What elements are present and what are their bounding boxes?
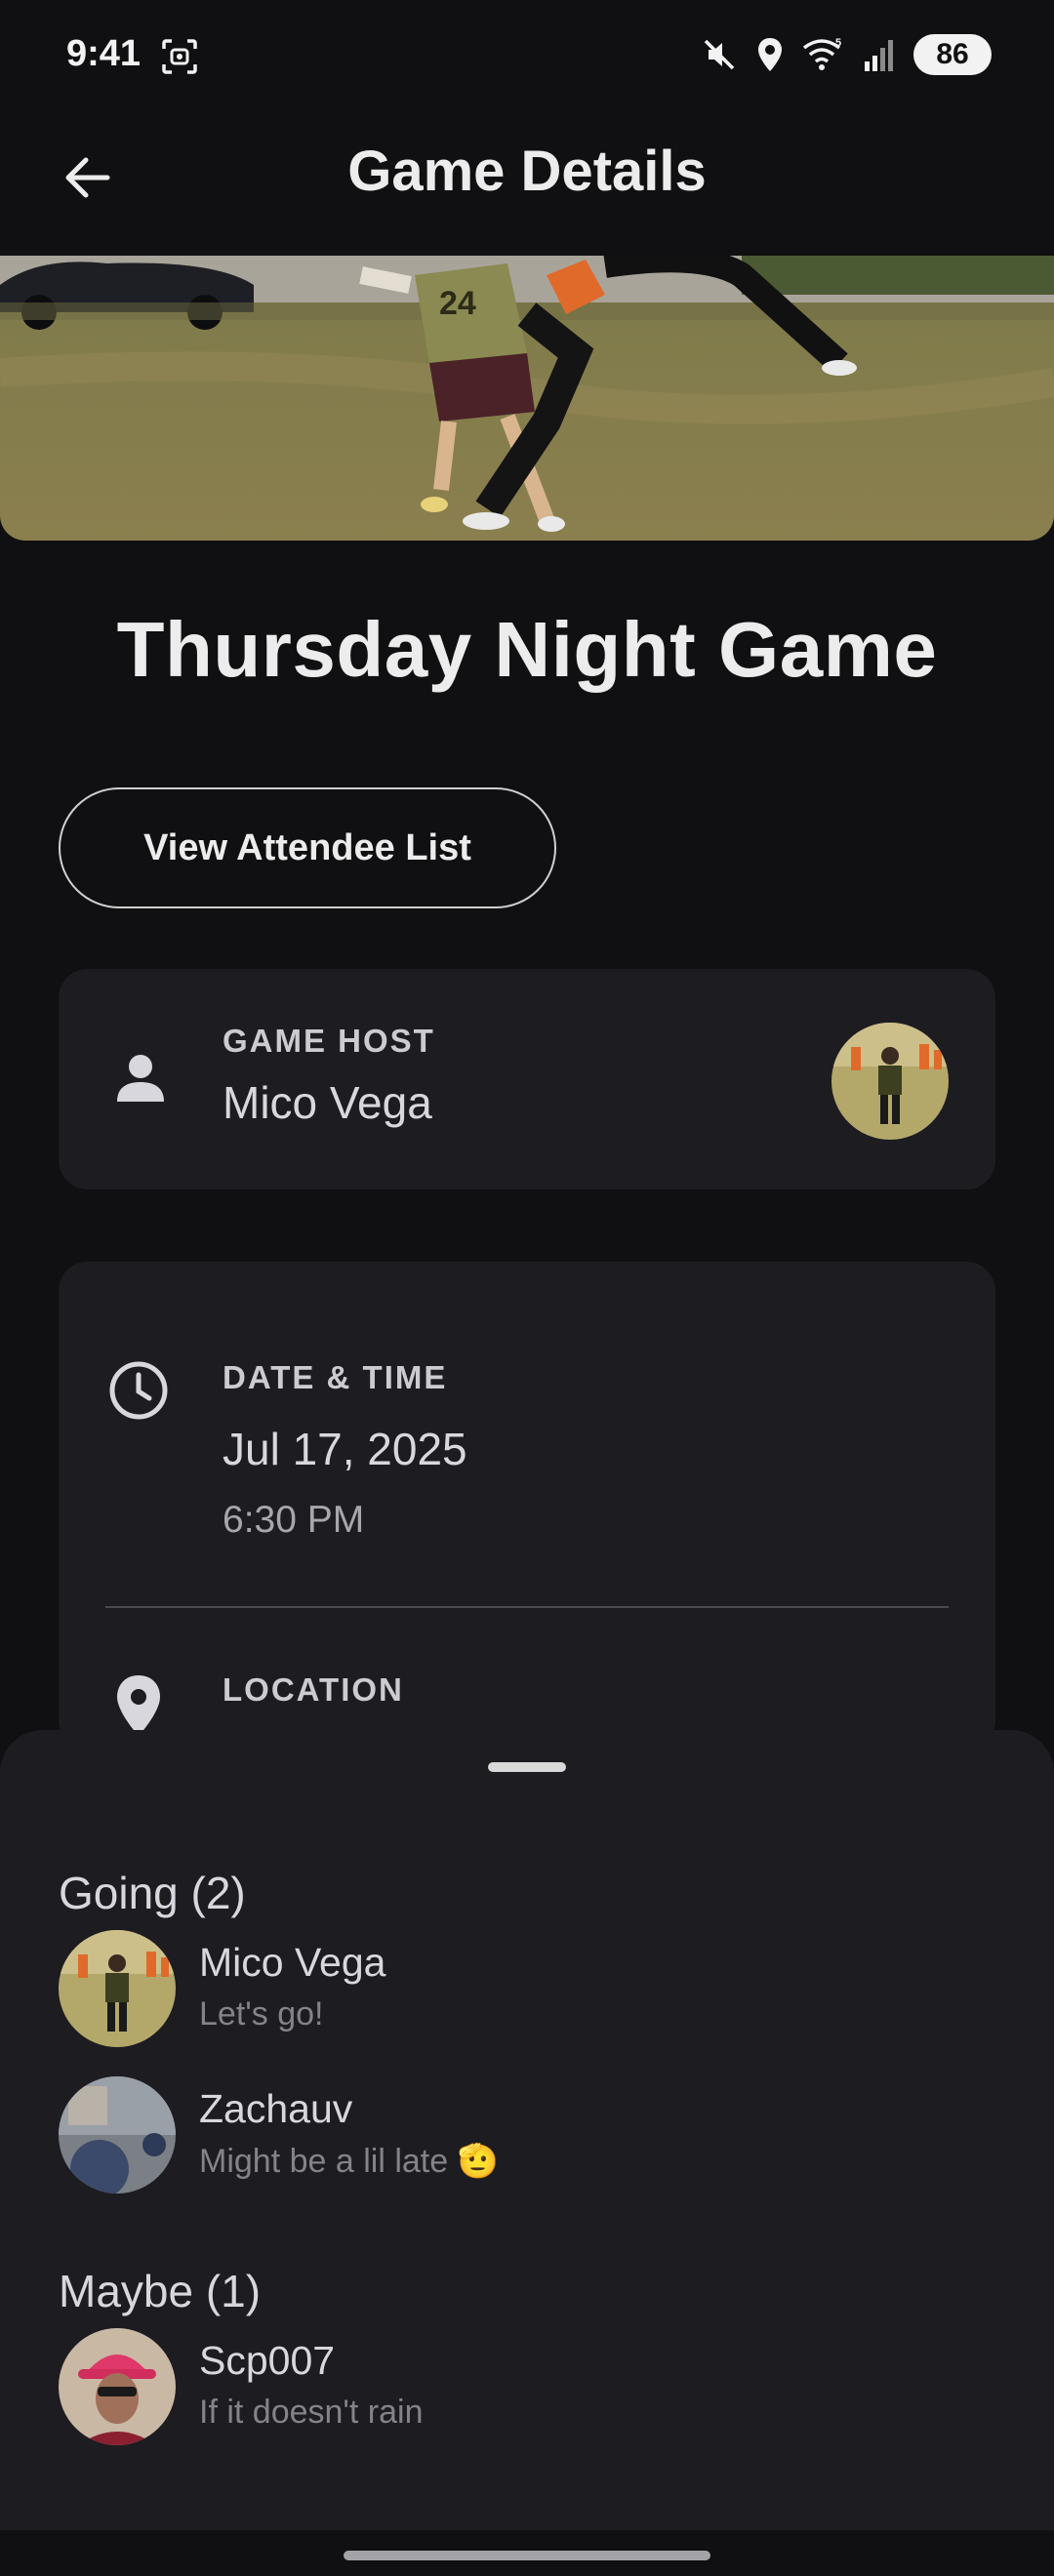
attendee-note: Let's go!: [199, 1995, 324, 2033]
view-attendee-list-button[interactable]: View Attendee List: [59, 787, 556, 908]
navigation-bar: [0, 2531, 1054, 2576]
game-title: Thursday Night Game: [116, 606, 938, 693]
divider: [105, 1606, 949, 1608]
attendee-name: Mico Vega: [199, 1940, 386, 1985]
app-bar: Game Details: [0, 117, 1054, 254]
attendee-note: If it doesn't rain: [199, 2394, 424, 2431]
going-section-title: Going (2): [59, 1868, 246, 1918]
person-icon: [117, 1055, 164, 1102]
avatar: [59, 2328, 176, 2445]
host-avatar[interactable]: [831, 1023, 949, 1140]
clock-icon: [109, 1361, 168, 1420]
status-bar: 9:41 5 86: [0, 0, 1054, 112]
attendee-row-going-1[interactable]: Mico Vega Let's go!: [59, 1930, 995, 2049]
game-host-name: Mico Vega: [223, 1077, 432, 1128]
game-details-screen: 9:41 5 86 Game Details 24 Thursday Night…: [0, 0, 1054, 2576]
date-time-label: DATE & TIME: [223, 1359, 448, 1395]
maybe-section-title: Maybe (1): [59, 2266, 262, 2316]
page-title: Game Details: [347, 140, 707, 203]
attendee-row-going-2[interactable]: Zachauv Might be a lil late 🫡: [59, 2076, 995, 2195]
location-icon: [758, 38, 782, 71]
game-date: Jul 17, 2025: [223, 1424, 467, 1474]
screenshot-icon: [162, 39, 197, 74]
mute-icon: [704, 39, 735, 70]
avatar: [59, 2076, 176, 2194]
attendee-row-maybe-1[interactable]: Scp007 If it doesn't rain: [59, 2328, 995, 2447]
game-host-card[interactable]: GAME HOST Mico Vega: [59, 969, 995, 1189]
location-label: LOCATION: [223, 1671, 404, 1708]
avatar: [59, 1930, 176, 2047]
attendee-name: Zachauv: [199, 2086, 353, 2131]
attendee-name: Scp007: [199, 2338, 336, 2383]
game-time: 6:30 PM: [223, 1499, 365, 1541]
battery-icon: 86: [913, 34, 992, 75]
attendee-note: Might be a lil late 🫡: [199, 2143, 499, 2180]
game-host-label: GAME HOST: [223, 1023, 435, 1059]
svg-text:24: 24: [439, 285, 476, 322]
signal-icon: [865, 40, 893, 71]
game-details-card: DATE & TIME Jul 17, 2025 6:30 PM LOCATIO…: [59, 1262, 995, 1750]
svg-text:5: 5: [835, 37, 841, 49]
status-icons: 5 86: [701, 33, 992, 76]
drag-handle[interactable]: [488, 1762, 566, 1772]
attendee-bottom-sheet[interactable]: Going (2) Mico Vega Let's go! Zachauv Mi…: [0, 1730, 1054, 2530]
battery-level: 86: [936, 38, 969, 70]
status-time: 9:41: [66, 33, 142, 74]
home-indicator[interactable]: [344, 2551, 710, 2560]
wifi-icon: 5: [802, 37, 841, 70]
game-hero-image: 24: [0, 256, 1054, 541]
